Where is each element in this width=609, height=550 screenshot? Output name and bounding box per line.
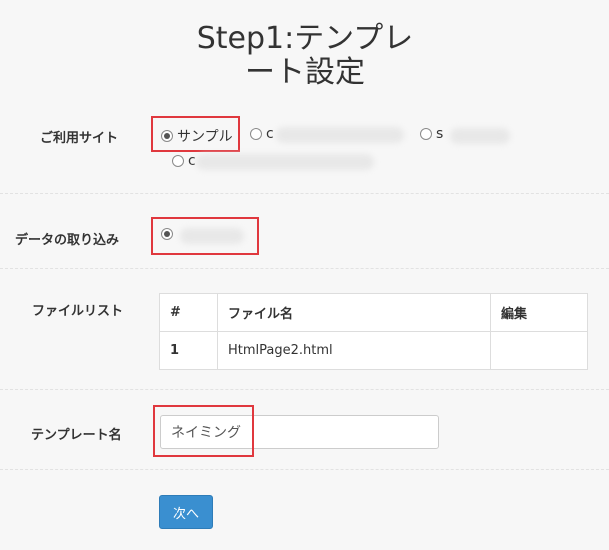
site-label: ご利用サイト [40,131,119,146]
table-row: 1 HtmlPage2.html [159,331,588,370]
import-label: データの取り込み [15,233,120,248]
file-table: # ファイル名 編集 1 HtmlPage2.html [159,293,588,370]
site-option-label: c [188,153,196,169]
site-option-label: s [436,126,444,142]
cell-edit[interactable] [490,331,588,370]
page-title-line2: ート設定 [245,55,365,90]
radio-icon[interactable] [172,155,184,167]
site-option-2[interactable]: c [250,126,274,142]
divider [0,193,609,194]
site-option-label: c [266,126,274,142]
radio-icon[interactable] [420,128,432,140]
page-title-line1: Step1:テンプレ [196,21,414,56]
redacted-text [276,127,404,143]
redacted-text [450,128,510,144]
page-title: Step1:テンプレ ート設定 [170,22,440,90]
divider [0,268,609,269]
cell-filename: HtmlPage2.html [217,331,491,370]
highlight-box [153,405,254,457]
highlight-box [151,217,259,255]
highlight-box [151,116,240,152]
file-list-label: ファイルリスト [32,304,124,319]
cell-num: 1 [159,331,218,370]
column-header-edit: 編集 [490,293,588,332]
divider [0,389,609,390]
redacted-text [196,154,374,170]
next-button[interactable]: 次へ [159,495,213,529]
site-option-4[interactable]: c [172,153,196,169]
table-header-row: # ファイル名 編集 [159,293,588,332]
template-name-label: テンプレート名 [31,428,122,443]
column-header-num: # [159,293,218,332]
radio-icon[interactable] [250,128,262,140]
site-option-3[interactable]: s [420,126,443,142]
divider [0,469,609,470]
column-header-filename: ファイル名 [217,293,491,332]
